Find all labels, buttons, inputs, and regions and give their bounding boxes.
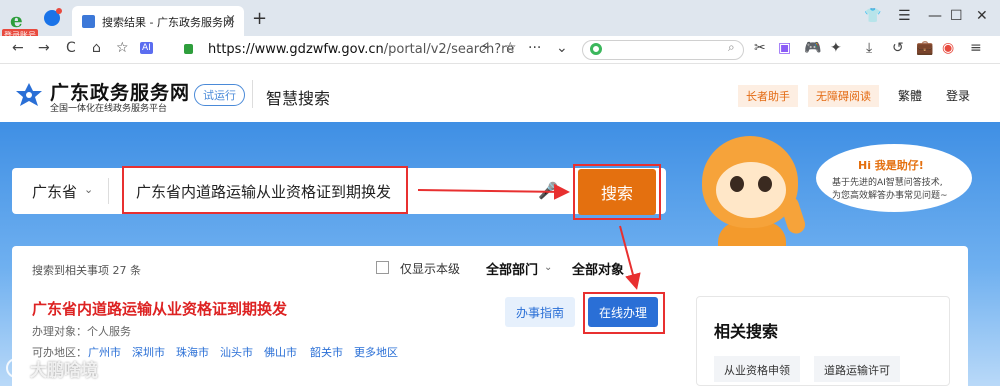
watermark-text: 大鹏啥境 — [30, 361, 98, 381]
annotation-arrow-to-search — [417, 183, 570, 200]
annotation-arrows — [417, 183, 641, 290]
watermark-icon — [6, 358, 26, 378]
annotation-arrow-to-apply — [619, 225, 641, 290]
